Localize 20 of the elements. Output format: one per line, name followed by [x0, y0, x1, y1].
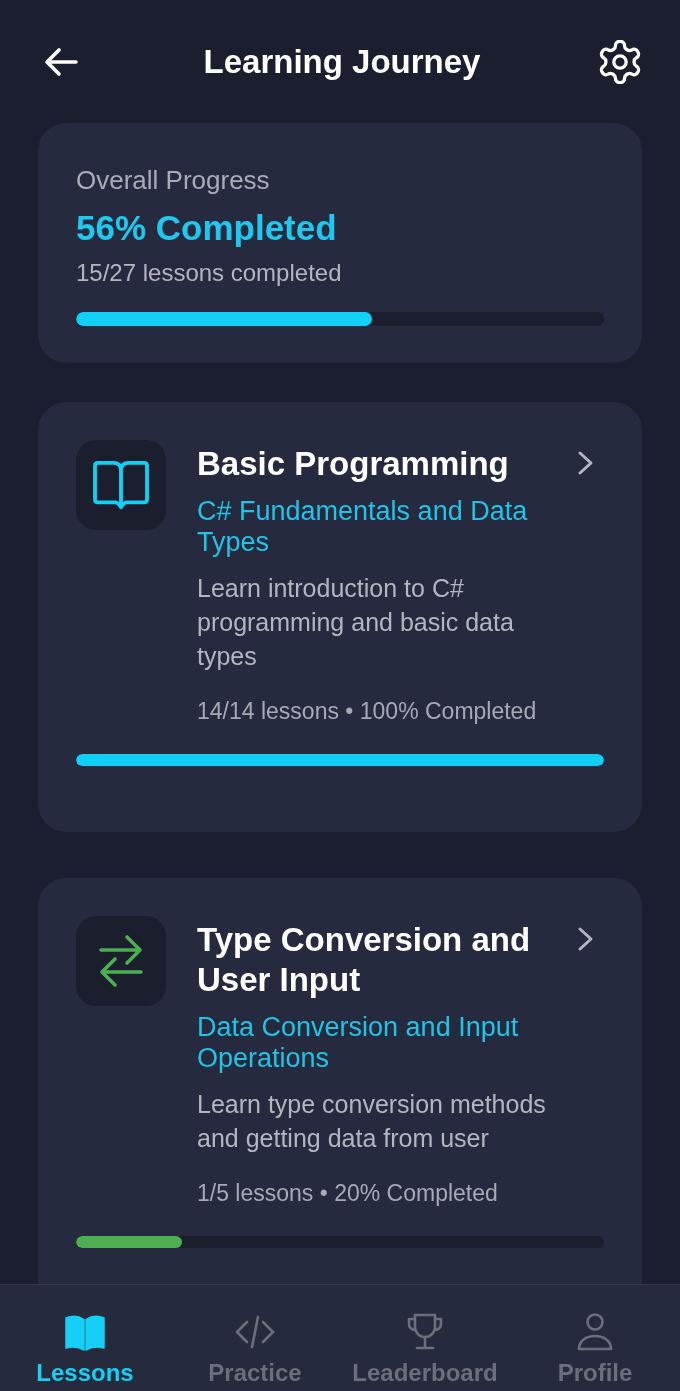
course-subtitle: C# Fundamentals and Data Types — [197, 496, 529, 558]
settings-icon[interactable] — [598, 39, 642, 84]
lessons-progress-text: 1/5 lessons • 20% Completed — [197, 1179, 499, 1207]
progress-percentage: 56% Completed — [76, 208, 338, 248]
course-title: Basic Programming — [197, 444, 510, 484]
chevron-right-icon — [577, 450, 595, 476]
course-subtitle: Data Conversion and Input Operations — [197, 1012, 520, 1074]
book-icon — [76, 440, 166, 530]
course-title: Type Conversion and User Input — [197, 920, 532, 1000]
lessons-count: 15/27 lessons completed — [76, 259, 343, 287]
lessons-progress-text: 14/14 lessons • 100% Completed — [197, 697, 538, 725]
progress-label: Overall Progress — [76, 165, 271, 195]
screen-title: Learning Journey — [203, 41, 481, 82]
chevron-right-icon — [577, 926, 595, 952]
course-card[interactable]: Basic Programming C# Fundamentals and Data Types Learn introduction to C# programming and basic data types 14/14 lessons • 100% Completed — [38, 402, 642, 832]
course-description: Learn type conversion methods and getting data from user — [197, 1089, 547, 1154]
nav-tab[interactable]: Lessons — [0, 1285, 170, 1391]
course-description: Learn introduction to C# programming and basic data types — [197, 573, 515, 672]
course-card[interactable]: Type Conversion and User Input Data Conversion and Input Operations Learn type conversion methods and getting data from user 1/5 lessons • 20% Completed — [38, 878, 642, 1284]
swap-arrows-icon — [76, 916, 166, 1006]
